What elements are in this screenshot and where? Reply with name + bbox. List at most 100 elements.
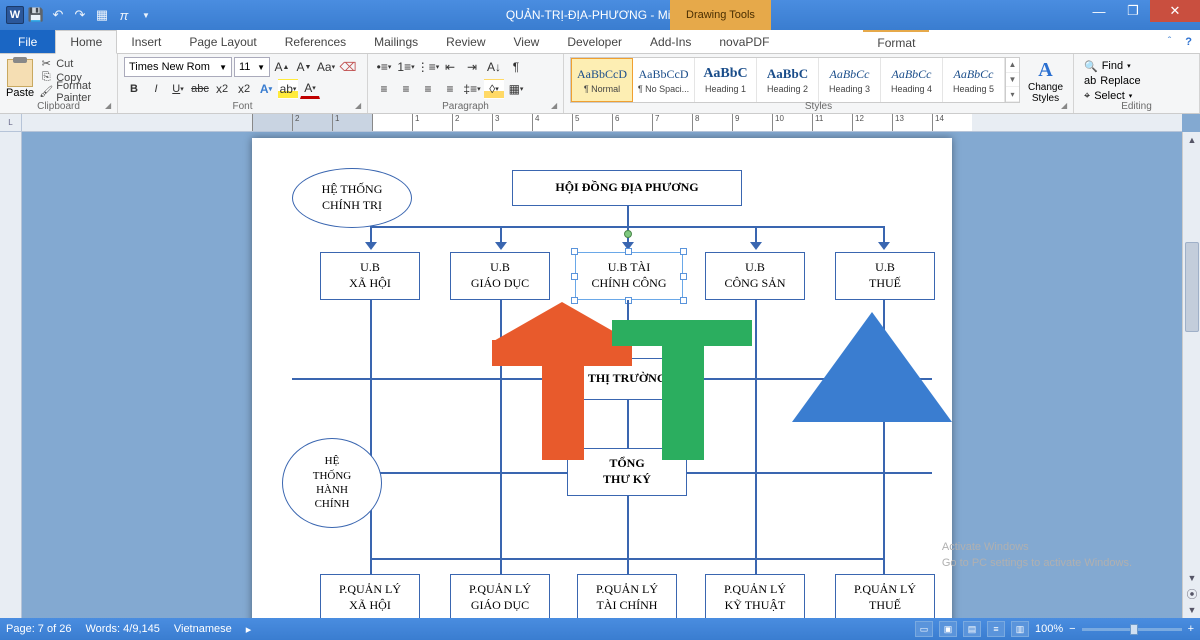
shape-tong-thu-ky[interactable]: TỔNG THƯ KÝ: [567, 448, 687, 496]
shape-ub-giao-duc[interactable]: U.B GIÁO DỤC: [450, 252, 550, 300]
zoom-in-button[interactable]: +: [1188, 623, 1194, 635]
multilevel-button[interactable]: ⋮≡▾: [418, 57, 438, 77]
selection-handle[interactable]: [571, 273, 578, 280]
shape-ub-cong-san[interactable]: U.B CÔNG SẢN: [705, 252, 805, 300]
style-heading3[interactable]: AaBbCcHeading 3: [819, 58, 881, 102]
shape-ub-tai-chinh[interactable]: U.B TÀI CHÍNH CÔNG: [575, 252, 683, 300]
shape-pq-tai-chinh[interactable]: P.QUẢN LÝ TÀI CHÍNH: [577, 574, 677, 618]
shape-pq-thue[interactable]: P.QUẢN LÝ THUẾ: [835, 574, 935, 618]
borders-button[interactable]: ▦▾: [506, 79, 526, 99]
horizontal-ruler[interactable]: 21 1234567891011121314: [22, 114, 1182, 132]
view-tab[interactable]: View: [500, 30, 554, 53]
next-page-icon[interactable]: ▼: [1183, 602, 1200, 618]
numbering-button[interactable]: 1≡▾: [396, 57, 416, 77]
font-name-combo[interactable]: Times New Rom▼: [124, 57, 232, 77]
language-status[interactable]: Vietnamese: [174, 623, 232, 635]
align-right-button[interactable]: ≡: [418, 79, 438, 99]
shape-pq-xa-hoi[interactable]: P.QUẢN LÝ XÃ HỘI: [320, 574, 420, 618]
word-count[interactable]: Words: 4/9,145: [85, 623, 159, 635]
font-color-button[interactable]: A▾: [300, 79, 320, 99]
subscript-button[interactable]: x2: [212, 79, 232, 99]
restore-button[interactable]: ❐: [1116, 0, 1150, 22]
text-effects-button[interactable]: A▾: [256, 79, 276, 99]
paste-button[interactable]: Paste: [6, 57, 34, 99]
redo-icon[interactable]: ↷: [70, 5, 90, 25]
align-center-button[interactable]: ≡: [396, 79, 416, 99]
zoom-level[interactable]: 100%: [1035, 623, 1063, 635]
shape-he-thong-hanh-chinh[interactable]: HỆ THỐNG HÀNH CHÍNH: [282, 438, 382, 528]
change-styles-button[interactable]: A Change Styles: [1024, 57, 1067, 104]
change-case-button[interactable]: Aa▾: [316, 57, 336, 77]
grow-font-button[interactable]: A▲: [272, 57, 292, 77]
minimize-button[interactable]: —: [1082, 0, 1116, 22]
highlight-button[interactable]: ab▾: [278, 79, 298, 99]
selection-handle[interactable]: [625, 248, 632, 255]
qat-dropdown-icon[interactable]: ▼: [136, 5, 156, 25]
selection-handle[interactable]: [680, 248, 687, 255]
shape-hoi-dong[interactable]: HỘI ĐỒNG ĐỊA PHƯƠNG: [512, 170, 742, 206]
rotation-handle[interactable]: [624, 230, 632, 238]
style-no-spacing[interactable]: AaBbCcD¶ No Spaci...: [633, 58, 695, 102]
shrink-font-button[interactable]: A▼: [294, 57, 314, 77]
shape-pq-ky-thuat[interactable]: P.QUẢN LÝ KỸ THUẬT: [705, 574, 805, 618]
styles-dialog-icon[interactable]: ◢: [1061, 101, 1071, 111]
home-tab[interactable]: Home: [55, 30, 117, 54]
scroll-up-icon[interactable]: ▲: [1183, 132, 1200, 148]
font-dialog-icon[interactable]: ◢: [355, 101, 365, 111]
style-heading5[interactable]: AaBbCcHeading 5: [943, 58, 1005, 102]
italic-button[interactable]: I: [146, 79, 166, 99]
references-tab[interactable]: References: [271, 30, 360, 53]
scroll-thumb[interactable]: [1185, 242, 1199, 332]
qat-table-icon[interactable]: ▦: [92, 5, 112, 25]
page-layout-tab[interactable]: Page Layout: [175, 30, 270, 53]
web-layout-view[interactable]: ▤: [963, 621, 981, 637]
style-heading1[interactable]: AaBbCHeading 1: [695, 58, 757, 102]
qat-pi-icon[interactable]: π: [114, 5, 134, 25]
developer-tab[interactable]: Developer: [553, 30, 636, 53]
selection-handle[interactable]: [571, 297, 578, 304]
novapdf-tab[interactable]: novaPDF: [705, 30, 783, 53]
format-tab[interactable]: Format: [863, 30, 929, 53]
shading-button[interactable]: ◊▾: [484, 79, 504, 99]
minimize-ribbon-icon[interactable]: ˆ: [1168, 36, 1171, 47]
replace-button[interactable]: abReplace: [1080, 74, 1193, 88]
bullets-button[interactable]: •≡▾: [374, 57, 394, 77]
outline-view[interactable]: ≡: [987, 621, 1005, 637]
styles-scroll[interactable]: ▲▼▾: [1005, 58, 1019, 102]
indent-decrease-button[interactable]: ⇤: [440, 57, 460, 77]
underline-button[interactable]: U▾: [168, 79, 188, 99]
align-left-button[interactable]: ≡: [374, 79, 394, 99]
close-button[interactable]: ✕: [1150, 0, 1200, 22]
shape-ub-thue[interactable]: U.B THUẾ: [835, 252, 935, 300]
prev-page-icon[interactable]: ⦿: [1183, 586, 1200, 602]
paragraph-dialog-icon[interactable]: ◢: [551, 101, 561, 111]
style-heading2[interactable]: AaBbCHeading 2: [757, 58, 819, 102]
shape-pq-giao-duc[interactable]: P.QUẢN LÝ GIÁO DỤC: [450, 574, 550, 618]
mailings-tab[interactable]: Mailings: [360, 30, 432, 53]
bold-button[interactable]: B: [124, 79, 144, 99]
insert-tab[interactable]: Insert: [117, 30, 175, 53]
find-button[interactable]: 🔍Find▾: [1080, 59, 1193, 73]
document-area[interactable]: HỆ THỐNG CHÍNH TRỊ HỘI ĐỒNG ĐỊA PHƯƠNG U…: [22, 132, 1182, 618]
style-normal[interactable]: AaBbCcD¶ Normal: [571, 58, 633, 102]
justify-button[interactable]: ≡: [440, 79, 460, 99]
font-size-combo[interactable]: 11▼: [234, 57, 270, 77]
selection-handle[interactable]: [680, 273, 687, 280]
macro-status-icon[interactable]: ▸: [246, 623, 252, 636]
word-icon[interactable]: W: [6, 6, 24, 24]
undo-icon[interactable]: ↶: [48, 5, 68, 25]
shape-he-thong-chinh-tri[interactable]: HỆ THỐNG CHÍNH TRỊ: [292, 168, 412, 228]
shape-ub-xa-hoi[interactable]: U.B XÃ HỘI: [320, 252, 420, 300]
line-spacing-button[interactable]: ‡≡▾: [462, 79, 482, 99]
vertical-ruler[interactable]: [0, 132, 22, 618]
sort-button[interactable]: A↓: [484, 57, 504, 77]
clipboard-dialog-icon[interactable]: ◢: [105, 101, 115, 111]
zoom-out-button[interactable]: −: [1069, 623, 1075, 635]
cut-button[interactable]: ✂Cut: [38, 57, 111, 70]
full-screen-view[interactable]: ▣: [939, 621, 957, 637]
superscript-button[interactable]: x2: [234, 79, 254, 99]
selection-handle[interactable]: [571, 248, 578, 255]
addins-tab[interactable]: Add-Ins: [636, 30, 705, 53]
strikethrough-button[interactable]: abc: [190, 79, 210, 99]
format-painter-button[interactable]: 🖌Format Painter: [38, 85, 111, 98]
